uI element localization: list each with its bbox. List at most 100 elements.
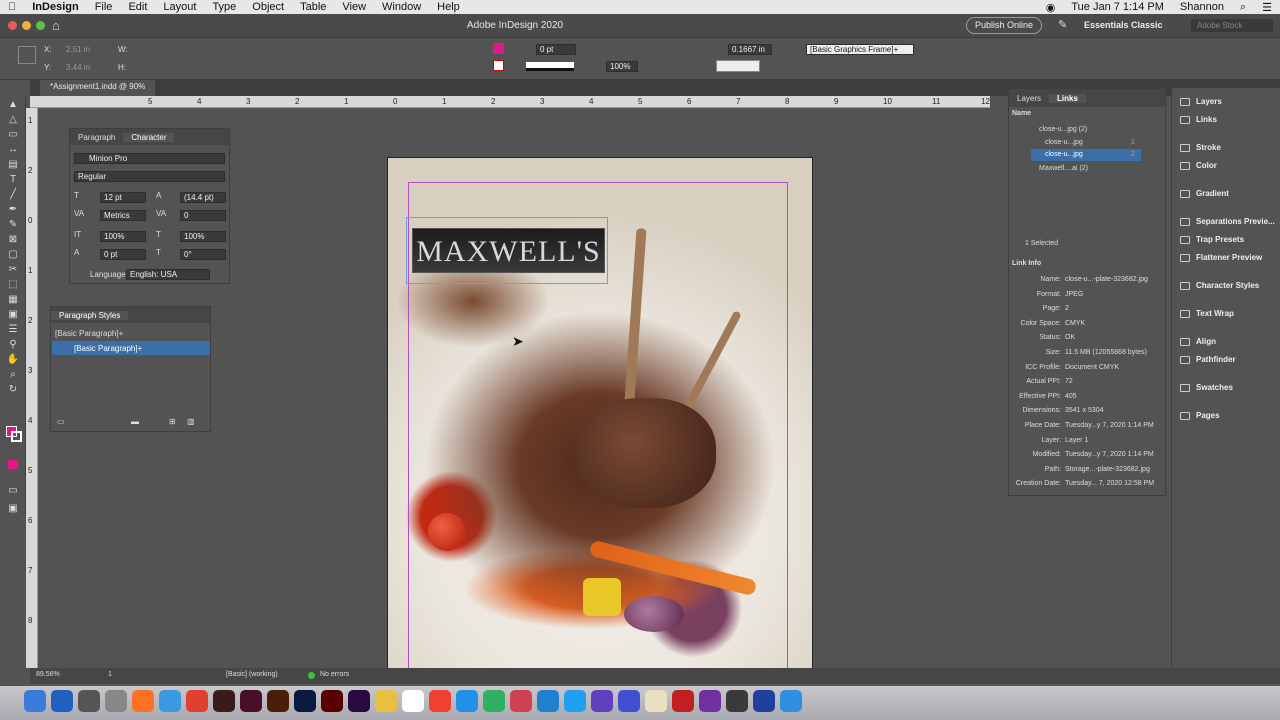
dock-app-icon[interactable]: [78, 690, 100, 712]
stock-search-input[interactable]: Adobe Stock: [1191, 19, 1273, 32]
dock-app-icon[interactable]: [429, 690, 451, 712]
dock-panel-layers[interactable]: Layers: [1172, 93, 1280, 111]
stroke-type-select[interactable]: [526, 62, 574, 71]
dock-app-icon[interactable]: [456, 690, 478, 712]
menu-type[interactable]: Type: [204, 1, 244, 13]
reference-point-icon[interactable]: [18, 46, 36, 64]
tab-character[interactable]: Character: [123, 132, 175, 142]
dock-app-icon[interactable]: [483, 690, 505, 712]
zoom-tool-icon[interactable]: ⌕: [5, 369, 21, 381]
note-tool-icon[interactable]: ☰: [5, 324, 21, 336]
gradient-feather-icon[interactable]: ▣: [5, 309, 21, 321]
clock[interactable]: Tue Jan 7 1:14 PM: [1063, 1, 1172, 13]
notification-icon[interactable]: ☰: [1254, 1, 1280, 14]
fill-swatch[interactable]: [493, 43, 504, 54]
dock-app-icon[interactable]: [618, 690, 640, 712]
eyedropper-icon[interactable]: ⚲: [5, 339, 21, 351]
name-column-header[interactable]: Name: [1012, 110, 1031, 117]
dock-app-icon[interactable]: [159, 690, 181, 712]
link-info-title[interactable]: Link Info: [1012, 260, 1041, 267]
font-style-select[interactable]: Regular: [74, 171, 225, 182]
dock-panel-swatches[interactable]: Swatches: [1172, 379, 1280, 397]
link-item[interactable]: Maxwell....ai (2): [1039, 165, 1088, 172]
screen-mode-icon[interactable]: ▣: [5, 503, 21, 515]
new-style-group-icon[interactable]: ▭: [57, 417, 65, 426]
gradient-tool-icon[interactable]: ▦: [5, 294, 21, 306]
dock-app-icon[interactable]: [213, 690, 235, 712]
font-size-field[interactable]: 12 pt: [100, 192, 146, 203]
pen-tool-icon[interactable]: ✒: [5, 204, 21, 216]
lightbulb-icon[interactable]: ✎: [1058, 18, 1067, 31]
dock-app-icon[interactable]: [24, 690, 46, 712]
content-collector-icon[interactable]: ▤: [5, 159, 21, 171]
object-style-select[interactable]: [Basic Graphics Frame]+: [806, 44, 914, 55]
dock-panel-flattener-preview[interactable]: Flattener Preview: [1172, 249, 1280, 267]
style-item-basic-paragraph[interactable]: [Basic Paragraph]+: [52, 341, 210, 355]
tab-links[interactable]: Links: [1049, 93, 1086, 103]
dock-app-icon[interactable]: [402, 690, 424, 712]
dock-app-icon[interactable]: [726, 690, 748, 712]
pencil-tool-icon[interactable]: ✎: [5, 219, 21, 231]
page-tool-icon[interactable]: ▭: [5, 129, 21, 141]
vertical-scale-field[interactable]: 100%: [100, 231, 146, 242]
dock-app-icon[interactable]: [240, 690, 262, 712]
direct-selection-icon[interactable]: △: [5, 114, 21, 126]
dock-app-icon[interactable]: [753, 690, 775, 712]
link-item[interactable]: close-u...jpg (2): [1039, 126, 1087, 133]
menu-object[interactable]: Object: [244, 1, 292, 13]
dock-app-icon[interactable]: [645, 690, 667, 712]
menu-file[interactable]: File: [87, 1, 121, 13]
tab-layers[interactable]: Layers: [1009, 94, 1049, 103]
dock-panel-align[interactable]: Align: [1172, 333, 1280, 351]
gap-tool-icon[interactable]: ↔: [5, 144, 21, 156]
skew-field[interactable]: 0°: [180, 249, 226, 260]
dock-app-icon[interactable]: [699, 690, 721, 712]
apply-color-icon[interactable]: [8, 460, 18, 469]
zoom-field[interactable]: 89.56%: [36, 671, 60, 678]
leading-field[interactable]: (14.4 pt): [180, 192, 226, 203]
dock-app-icon[interactable]: [186, 690, 208, 712]
scissors-tool-icon[interactable]: ✂: [5, 264, 21, 276]
dock-app-icon[interactable]: [294, 690, 316, 712]
menu-window[interactable]: Window: [374, 1, 429, 13]
dock-panel-stroke[interactable]: Stroke: [1172, 139, 1280, 157]
preflight-profile[interactable]: [Basic] (working): [226, 671, 278, 678]
font-family-select[interactable]: Minion Pro: [74, 153, 225, 164]
dock-app-icon[interactable]: [780, 690, 802, 712]
new-style-icon[interactable]: ⊞: [169, 417, 176, 426]
type-tool-icon[interactable]: T: [5, 174, 21, 186]
paragraph-styles-title[interactable]: Paragraph Styles: [51, 310, 129, 320]
menu-edit[interactable]: Edit: [120, 1, 155, 13]
menu-layout[interactable]: Layout: [155, 1, 204, 13]
dock-app-icon[interactable]: [348, 690, 370, 712]
x-position-field[interactable]: 2.51 in: [66, 45, 90, 54]
effects-swatch[interactable]: [716, 60, 760, 72]
swap-fill-icon[interactable]: ↻: [5, 384, 21, 396]
stroke-color-icon[interactable]: [11, 431, 22, 442]
menu-help[interactable]: Help: [429, 1, 468, 13]
dock-panel-character-styles[interactable]: Character Styles: [1172, 277, 1280, 295]
y-position-field[interactable]: 3.44 in: [66, 63, 90, 72]
dock-panel-trap-presets[interactable]: Trap Presets: [1172, 231, 1280, 249]
dock-panel-separations-previe[interactable]: Separations Previe...: [1172, 213, 1280, 231]
dock-panel-text-wrap[interactable]: Text Wrap: [1172, 305, 1280, 323]
stroke-weight-field[interactable]: 0 pt: [536, 44, 576, 55]
preflight-errors[interactable]: No errors: [320, 671, 349, 678]
dock-app-icon[interactable]: [672, 690, 694, 712]
dock-app-icon[interactable]: [375, 690, 397, 712]
line-tool-icon[interactable]: ╱: [5, 189, 21, 201]
view-mode-icon[interactable]: ▭: [5, 485, 21, 497]
folder-icon[interactable]: ▬: [131, 417, 139, 426]
dock-app-icon[interactable]: [537, 690, 559, 712]
rect-frame-tool-icon[interactable]: ⊠: [5, 234, 21, 246]
scale-field[interactable]: 100%: [606, 61, 638, 72]
menu-view[interactable]: View: [334, 1, 374, 13]
spotlight-icon[interactable]: ⌕: [1232, 1, 1254, 14]
dock-app-icon[interactable]: [51, 690, 73, 712]
dock-panel-pathfinder[interactable]: Pathfinder: [1172, 351, 1280, 369]
dock-app-icon[interactable]: [105, 690, 127, 712]
link-item-selected[interactable]: close-u...jpg: [1045, 151, 1083, 158]
stroke-swatch[interactable]: [493, 60, 504, 71]
dock-app-icon[interactable]: [510, 690, 532, 712]
dock-app-icon[interactable]: [132, 690, 154, 712]
